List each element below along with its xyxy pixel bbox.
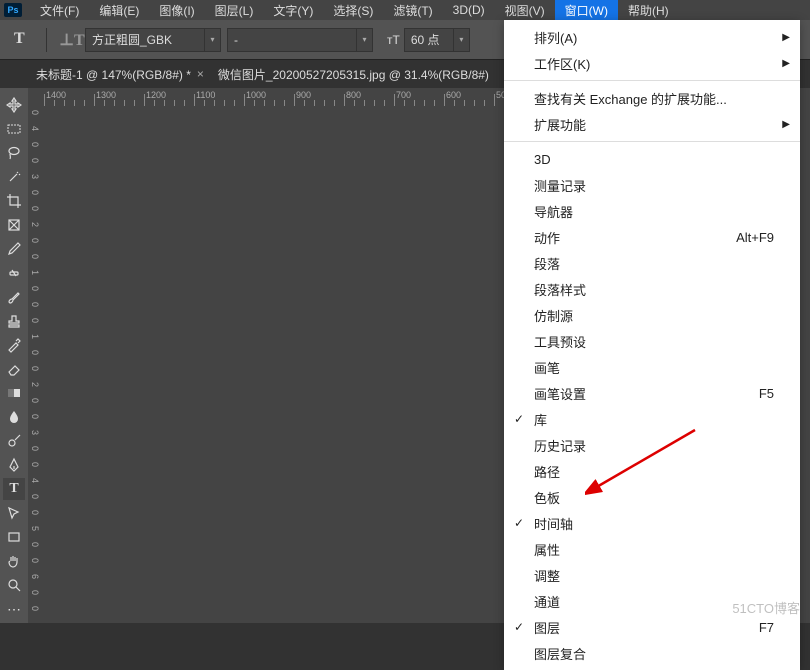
menu-item[interactable]: 测量记录 <box>504 172 800 198</box>
tab-document-2[interactable]: 微信图片_20200527205315.jpg @ 31.4%(RGB/8#) <box>218 66 489 83</box>
tab-label: 微信图片_20200527205315.jpg @ 31.4%(RGB/8#) <box>218 66 489 83</box>
tab-label: 未标题-1 @ 147%(RGB/8#) * <box>36 66 191 83</box>
menu-3d[interactable]: 3D(D) <box>443 1 495 19</box>
more-tools-icon[interactable]: ⋯ <box>3 598 25 620</box>
menu-item[interactable]: 属性 <box>504 536 800 562</box>
eyedropper-tool-icon[interactable] <box>3 238 25 260</box>
menu-item[interactable]: 画笔设置F5 <box>504 380 800 406</box>
text-orientation-icon[interactable]: ⊥T <box>59 30 79 50</box>
menu-item[interactable]: 工作区(K)▶ <box>504 50 800 76</box>
magic-wand-tool-icon[interactable] <box>3 166 25 188</box>
font-style-select[interactable]: - <box>227 28 357 52</box>
tools-panel: T ⋯ <box>0 88 28 623</box>
frame-tool-icon[interactable] <box>3 214 25 236</box>
tab-document-1[interactable]: 未标题-1 @ 147%(RGB/8#) * × <box>36 66 204 83</box>
watermark: 51CTO博客 <box>732 598 800 617</box>
menu-item[interactable]: 段落 <box>504 250 800 276</box>
menubar: Ps 文件(F) 编辑(E) 图像(I) 图层(L) 文字(Y) 选择(S) 滤… <box>0 0 810 20</box>
menu-type[interactable]: 文字(Y) <box>263 0 323 21</box>
menu-item[interactable]: ✓图层F7 <box>504 614 800 640</box>
chevron-down-icon[interactable]: ▾ <box>454 28 470 52</box>
menu-item[interactable]: 图层复合 <box>504 640 800 666</box>
menu-item[interactable]: ✓时间轴 <box>504 510 800 536</box>
brush-tool-icon[interactable] <box>3 286 25 308</box>
rectangle-tool-icon[interactable] <box>3 526 25 548</box>
menu-item[interactable]: 仿制源 <box>504 302 800 328</box>
menu-filter[interactable]: 滤镜(T) <box>383 0 442 21</box>
menu-select[interactable]: 选择(S) <box>323 0 383 21</box>
font-size-input[interactable]: 60 点 <box>404 28 454 52</box>
menu-view[interactable]: 视图(V) <box>495 0 555 21</box>
ps-logo: Ps <box>4 3 22 17</box>
menu-item[interactable]: 段落样式 <box>504 276 800 302</box>
path-tool-icon[interactable] <box>3 502 25 524</box>
menu-item[interactable]: 动作Alt+F9 <box>504 224 800 250</box>
crop-tool-icon[interactable] <box>3 190 25 212</box>
divider <box>46 28 47 52</box>
type-tool-icon[interactable]: T <box>3 478 25 500</box>
move-tool-icon[interactable] <box>3 94 25 116</box>
menu-layer[interactable]: 图层(L) <box>205 0 264 21</box>
menu-item[interactable]: 画笔 <box>504 354 800 380</box>
chevron-down-icon[interactable]: ▾ <box>205 28 221 52</box>
chevron-down-icon[interactable]: ▾ <box>357 28 373 52</box>
stamp-tool-icon[interactable] <box>3 310 25 332</box>
menu-item[interactable]: 扩展功能▶ <box>504 111 800 137</box>
menu-item[interactable]: 导航器 <box>504 198 800 224</box>
menu-item[interactable]: ✓库 <box>504 406 800 432</box>
menu-help[interactable]: 帮助(H) <box>618 0 679 21</box>
gradient-tool-icon[interactable] <box>3 382 25 404</box>
menu-item[interactable]: 调整 <box>504 562 800 588</box>
history-brush-tool-icon[interactable] <box>3 334 25 356</box>
menu-file[interactable]: 文件(F) <box>30 0 89 21</box>
eraser-tool-icon[interactable] <box>3 358 25 380</box>
menu-item[interactable]: 3D <box>504 146 800 172</box>
menu-item[interactable]: 历史记录 <box>504 432 800 458</box>
dodge-tool-icon[interactable] <box>3 430 25 452</box>
menu-image[interactable]: 图像(I) <box>149 0 204 21</box>
menu-item[interactable]: 排列(A)▶ <box>504 24 800 50</box>
window-menu-dropdown: 排列(A)▶工作区(K)▶ 查找有关 Exchange 的扩展功能...扩展功能▶… <box>504 20 800 670</box>
type-tool-icon: T <box>14 30 34 50</box>
zoom-tool-icon[interactable] <box>3 574 25 596</box>
menu-edit[interactable]: 编辑(E) <box>89 0 149 21</box>
menu-window[interactable]: 窗口(W) <box>555 0 618 21</box>
lasso-tool-icon[interactable] <box>3 142 25 164</box>
close-icon[interactable]: × <box>197 67 204 81</box>
ruler-vertical: 04003002001000100200300400500600 <box>28 106 46 623</box>
font-size-icon: тT <box>387 33 400 47</box>
pen-tool-icon[interactable] <box>3 454 25 476</box>
menu-item[interactable]: 工具预设 <box>504 328 800 354</box>
marquee-tool-icon[interactable] <box>3 118 25 140</box>
menu-item[interactable]: 路径 <box>504 458 800 484</box>
hand-tool-icon[interactable] <box>3 550 25 572</box>
blur-tool-icon[interactable] <box>3 406 25 428</box>
menu-item[interactable]: 查找有关 Exchange 的扩展功能... <box>504 85 800 111</box>
menu-item[interactable]: 色板 <box>504 484 800 510</box>
healing-tool-icon[interactable] <box>3 262 25 284</box>
font-family-select[interactable]: 方正粗圆_GBK <box>85 28 205 52</box>
